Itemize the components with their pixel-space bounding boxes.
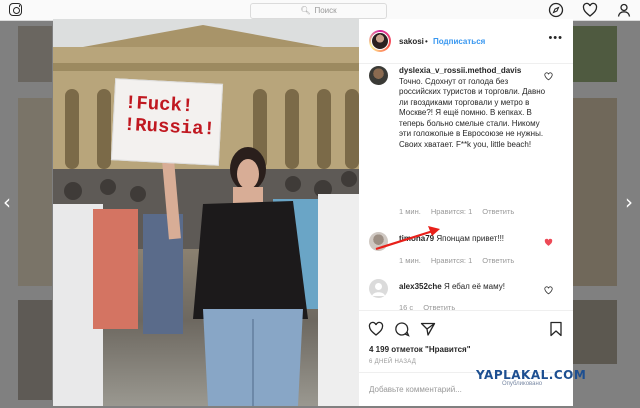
comment-time: 1 мин. [399, 207, 421, 216]
post-actions: 4 199 отметок "Нравится" 6 ДНЕЙ НАЗАД До… [359, 310, 573, 407]
search-icon: 🔍︎ [300, 6, 311, 15]
comment-content: Я ебал её маму! [443, 282, 505, 291]
search-placeholder: Поиск [314, 6, 337, 15]
reply-button[interactable]: Ответить [482, 207, 514, 216]
comment-liked-heart-icon[interactable] [544, 238, 553, 247]
comment-likes[interactable]: Нравится: 1 [431, 256, 472, 265]
comment-item: dyslexia_v_rossii.method_davis Точно. Сд… [369, 64, 569, 222]
search-input[interactable]: 🔍︎ Поиск [250, 3, 387, 19]
background-thumbnail [18, 98, 52, 286]
comment-content: Японцам привет!!! [436, 234, 505, 243]
explore-compass-icon[interactable] [548, 2, 564, 18]
comment-item: timoha79 Японцам привет!!! 1 мин. Нравитс… [369, 232, 569, 268]
photo-scene [53, 19, 359, 406]
comment-text: alex352che Я ебал её маму! [399, 282, 549, 293]
default-avatar-icon [372, 283, 385, 296]
instagram-logo-icon[interactable] [9, 3, 22, 16]
commenter-username[interactable]: alex352che [399, 282, 442, 291]
post-timestamp: 6 ДНЕЙ НАЗАД [369, 359, 417, 365]
background-thumbnail [573, 300, 617, 364]
add-comment-placeholder: Добавьте комментарий... [369, 385, 462, 394]
commenter-avatar[interactable] [369, 232, 388, 251]
background-thumbnail [573, 26, 617, 82]
heart-icon[interactable] [582, 2, 598, 18]
comment-text: dyslexia_v_rossii.method_davis Точно. Сд… [399, 66, 549, 150]
author-username[interactable]: sakosi [399, 37, 424, 46]
next-post-arrow-icon[interactable]: › [625, 192, 633, 212]
post-sidebar: sakosi • Подписаться ••• dyslexia_v_ross… [359, 19, 573, 406]
author-avatar[interactable] [369, 30, 391, 52]
comments-list: dyslexia_v_rossii.method_davis Точно. Сд… [359, 64, 573, 319]
comment-bubble-icon[interactable] [394, 321, 410, 337]
protest-sign-text: !Fuck! !Russia! [123, 91, 216, 141]
post-modal: !Fuck! !Russia! sakosi • Подписаться •••… [53, 19, 573, 406]
commenter-avatar[interactable] [369, 279, 388, 298]
commenter-username[interactable]: timoha79 [399, 234, 434, 243]
background-thumbnail [18, 300, 52, 400]
follow-button[interactable]: Подписаться [433, 37, 485, 46]
top-navigation-bar: 🔍︎ Поиск [0, 0, 640, 21]
previous-post-arrow-icon[interactable]: ‹ [3, 192, 11, 212]
commenter-avatar[interactable] [369, 66, 388, 85]
comment-text: timoha79 Японцам привет!!! [399, 234, 549, 245]
post-header: sakosi • Подписаться ••• [359, 19, 573, 64]
site-watermark: YAPLAKAL.COM Опубликовано [470, 366, 620, 388]
reply-button[interactable]: Ответить [482, 256, 514, 265]
comment-like-heart-icon[interactable] [544, 286, 553, 295]
comment-meta: 1 мин. Нравится: 1 Ответить [399, 207, 524, 216]
separator-dot: • [425, 37, 428, 46]
comment-content: Точно. Сдохнут от голода без российских … [399, 76, 546, 149]
watermark-text: YAPLAKAL.COM [476, 368, 587, 382]
protest-sign: !Fuck! !Russia! [110, 78, 224, 166]
share-icon[interactable] [420, 321, 436, 337]
like-heart-icon[interactable] [368, 321, 384, 337]
comment-likes[interactable]: Нравится: 1 [431, 207, 472, 216]
more-options-icon[interactable]: ••• [548, 32, 563, 44]
commenter-username[interactable]: dyslexia_v_rossii.method_davis [399, 66, 521, 75]
likes-count[interactable]: 4 199 отметок "Нравится" [369, 345, 471, 354]
watermark-subtext: Опубликовано [502, 381, 543, 387]
avatar-image [371, 32, 389, 50]
background-thumbnail [18, 26, 52, 82]
profile-icon[interactable] [616, 2, 632, 18]
comment-like-heart-icon[interactable] [544, 72, 553, 81]
comment-meta: 1 мин. Нравится: 1 Ответить [399, 256, 524, 265]
bookmark-icon[interactable] [548, 321, 564, 337]
comment-time: 1 мин. [399, 256, 421, 265]
background-thumbnail [573, 98, 617, 286]
post-photo: !Fuck! !Russia! [53, 19, 359, 406]
